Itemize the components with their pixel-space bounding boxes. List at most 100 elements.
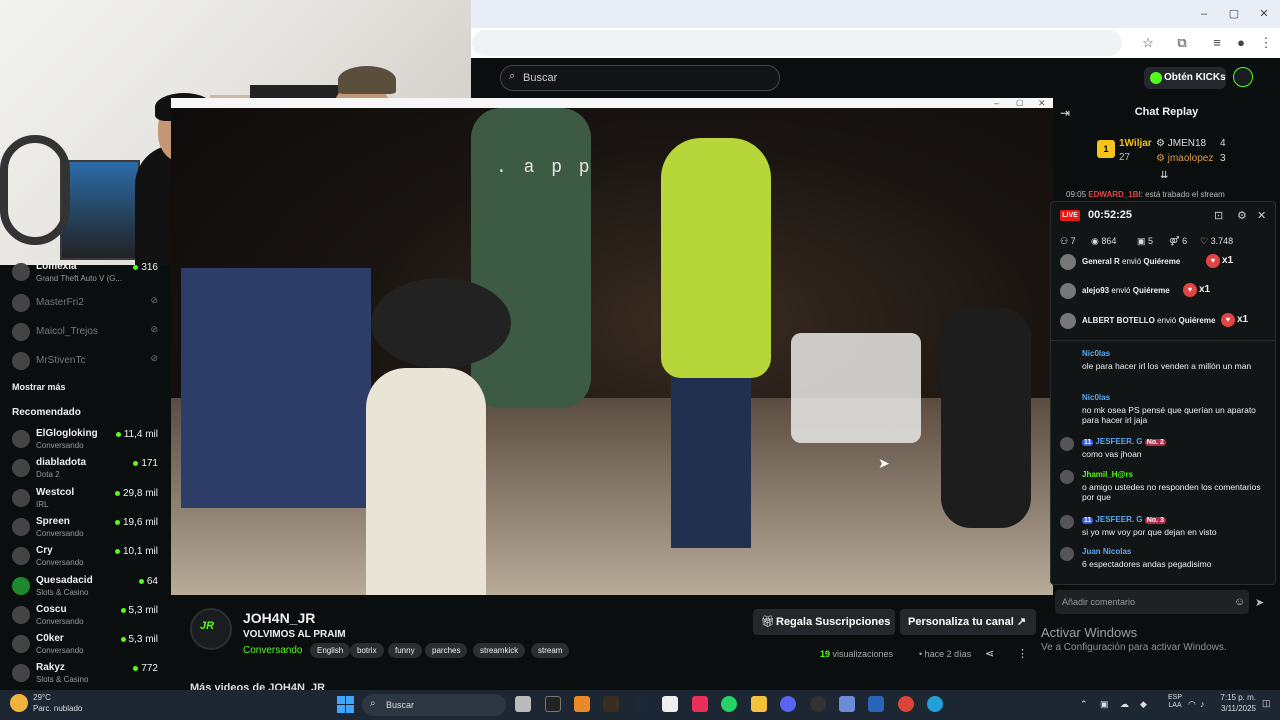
search-icon: ⌕	[509, 70, 516, 82]
app-icon[interactable]	[810, 696, 826, 712]
app-icon[interactable]	[545, 696, 561, 712]
sidebar-item-rakyz[interactable]: Rakyz Slots & Casino 772	[0, 660, 171, 689]
tray-app-icon[interactable]: ☁	[1120, 699, 1129, 710]
clock-time[interactable]: 7:15 p. m.	[1208, 693, 1256, 702]
search-input[interactable]: Buscar	[500, 65, 780, 91]
pinned-icon[interactable]: ⇊	[1160, 170, 1168, 181]
sidebar-item-masterfri2[interactable]: MasterFri2 ⊘	[0, 290, 171, 319]
sidebar-item-diabladota[interactable]: diabladota Dota 2 171	[0, 455, 171, 484]
tray-app-icon[interactable]: ◆	[1140, 699, 1147, 710]
steam-icon[interactable]	[633, 696, 649, 712]
chat-username[interactable]: Nic0las	[1082, 393, 1110, 402]
stream-category[interactable]: Conversando	[243, 645, 302, 656]
wifi-icon[interactable]: ◠	[1188, 699, 1196, 710]
viewer-count: 5,3 mil	[120, 605, 158, 616]
edge-icon[interactable]	[927, 696, 943, 712]
chat-username[interactable]: Juan Nicolas	[1082, 547, 1131, 556]
channel-category: Conversando	[36, 646, 84, 655]
channel-category: Slots & Casino	[36, 675, 89, 684]
user-avatar[interactable]	[1233, 67, 1253, 87]
leaderboard-name-3[interactable]: ⚙ jmaolopez	[1156, 153, 1213, 164]
more-options-icon[interactable]: ⋮	[1017, 647, 1028, 660]
video-player[interactable]: . a p p	[171, 98, 1053, 595]
copilot-icon[interactable]	[839, 696, 855, 712]
taskbar-search[interactable]: Buscar	[362, 694, 506, 716]
tray-app-icon[interactable]: ▣	[1100, 699, 1109, 710]
minimize-icon[interactable]: –	[1196, 6, 1212, 22]
tiktok-icon[interactable]	[692, 696, 708, 712]
minimize-icon[interactable]: –	[994, 98, 999, 108]
video-man	[471, 108, 591, 408]
sidebar-item-spreen[interactable]: Spreen Conversando 19,6 mil	[0, 514, 171, 543]
video-child-hat	[371, 278, 511, 368]
leaderboard-name-2[interactable]: ⚙ JMEN18	[1156, 138, 1206, 149]
show-more-link[interactable]: Mostrar más	[12, 382, 66, 392]
tag-english[interactable]: English	[310, 643, 351, 658]
chat-username[interactable]: Jhamil_H@rs	[1082, 470, 1133, 479]
task-view-icon[interactable]	[515, 696, 531, 712]
extensions-icon[interactable]: ⧉	[1173, 34, 1191, 52]
weather-description: Parc. nublado	[33, 704, 83, 713]
chevron-up-icon[interactable]: ⌃	[1080, 699, 1088, 710]
chat-username[interactable]: 11 JESFEER. G No. 3	[1082, 515, 1168, 524]
channel-name: Quesadacid	[36, 575, 93, 586]
language-indicator[interactable]: ESP LAA	[1168, 694, 1182, 710]
chat-input[interactable]: Añadir comentario	[1055, 590, 1249, 614]
send-icon[interactable]: ➤	[1255, 596, 1264, 609]
sidebar-item-cry[interactable]: Cry Conversando 10,1 mil	[0, 543, 171, 572]
start-icon[interactable]	[337, 696, 354, 713]
sidebar-item-lomexia[interactable]: Lomexia Grand Theft Auto V (G... 316	[0, 259, 171, 288]
tag-stream[interactable]: stream	[531, 643, 570, 658]
weather-icon[interactable]	[10, 694, 28, 712]
sidebar-item-westcol[interactable]: Westcol IRL 29,8 mil	[0, 485, 171, 514]
customize-channel-button[interactable]: Personaliza tu canal ↗	[900, 609, 1036, 635]
tag-streamkick[interactable]: streamkick	[473, 643, 526, 658]
chat-text: ole para hacer irl los venden a millón u…	[1082, 361, 1252, 371]
notepad-icon[interactable]	[662, 696, 678, 712]
store-icon[interactable]	[868, 696, 884, 712]
heart-gift-icon: ♥	[1183, 283, 1197, 297]
avatar	[1060, 470, 1074, 484]
whatsapp-icon[interactable]	[721, 696, 737, 712]
tag-botrix[interactable]: botrix	[350, 643, 384, 658]
sidebar-item-elglogloking[interactable]: ElGlogloking Conversando 11,4 mil	[0, 426, 171, 455]
url-input[interactable]	[472, 30, 1122, 56]
emoji-icon[interactable]: ☺	[1234, 596, 1245, 608]
streamer-adult-cap	[338, 66, 396, 94]
leaderboard-name-1[interactable]: 1Wiljar	[1119, 138, 1152, 149]
tag-funny[interactable]: funny	[388, 643, 422, 658]
tag-parches[interactable]: parches	[425, 643, 468, 658]
sidebar-item-coscu[interactable]: Coscu Conversando 5,3 mil	[0, 602, 171, 631]
settings-icon[interactable]: ⚙	[1237, 209, 1247, 222]
close-icon[interactable]: ✕	[1256, 6, 1272, 22]
file-explorer-icon[interactable]	[751, 696, 767, 712]
sidebar-item-quesadacid[interactable]: Quesadacid Slots & Casino 64	[0, 573, 171, 602]
gift-event: alejo93 envió Quiéreme ♥ x1	[1060, 283, 1270, 301]
profile-icon[interactable]: ●	[1232, 34, 1250, 52]
discord-icon[interactable]	[780, 696, 796, 712]
maximize-icon[interactable]: ▢	[1016, 98, 1024, 107]
clock-date[interactable]: 3/11/2025	[1208, 704, 1256, 713]
notification-icon[interactable]: ◫	[1262, 698, 1271, 709]
sidebar-item-maicol-trejos[interactable]: Maicol_Trejos ⊘	[0, 319, 171, 348]
stream-title: VOLVIMOS AL PRAIM	[243, 629, 346, 640]
maximize-icon[interactable]: ▢	[1226, 6, 1242, 22]
app-icon[interactable]	[603, 696, 619, 712]
sidebar-item-mrstiventc[interactable]: MrStivenTc ⊘	[0, 348, 171, 377]
close-icon[interactable]: ✕	[1257, 209, 1266, 222]
app-icon[interactable]	[574, 696, 590, 712]
share-icon[interactable]: ⋖	[985, 647, 994, 660]
leaderboard-value-2: 4	[1220, 138, 1226, 149]
menu-icon[interactable]: ⋮	[1257, 34, 1275, 52]
media-icon[interactable]: ≡	[1208, 34, 1226, 52]
video-child	[366, 368, 486, 595]
close-icon[interactable]: ✕	[1038, 98, 1046, 109]
star-icon[interactable]: ☆	[1139, 34, 1157, 52]
channel-name[interactable]: JOH4N_JR	[243, 610, 315, 626]
chrome-icon[interactable]	[898, 696, 914, 712]
chat-username[interactable]: 11 JESFEER. G No. 2	[1082, 437, 1168, 446]
lock-icon[interactable]: ⊡	[1214, 209, 1223, 222]
chat-username[interactable]: Nic0las	[1082, 349, 1110, 358]
sidebar-item-c0ker[interactable]: C0ker Conversando 5,3 mil	[0, 631, 171, 660]
volume-icon[interactable]: ♪	[1200, 699, 1205, 709]
